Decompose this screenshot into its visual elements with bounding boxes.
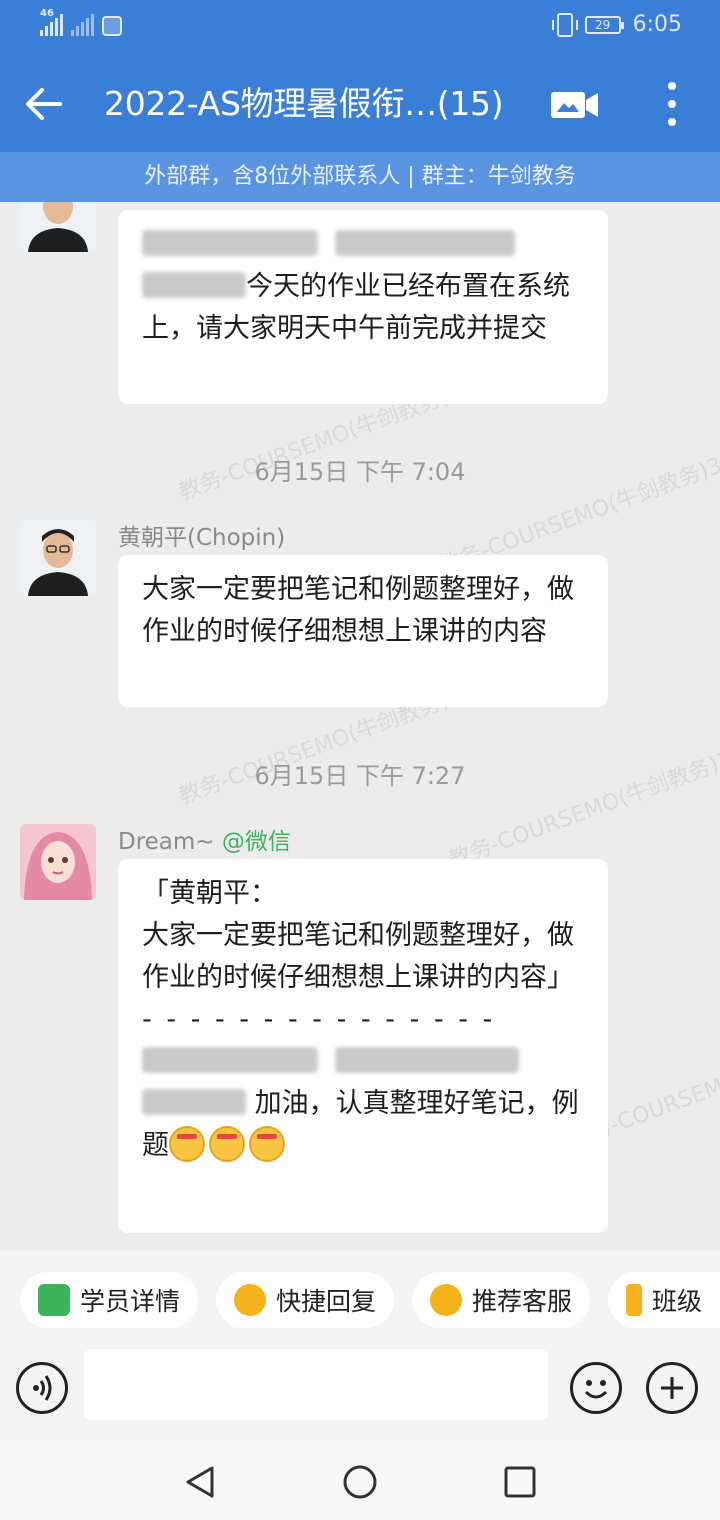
message-bubble[interactable]: 大家一定要把笔记和例题整理好，做作业的时候仔细想想上课讲的内容 bbox=[118, 555, 608, 707]
chip-label: 快捷回复 bbox=[276, 1287, 377, 1316]
message-bubble[interactable]: 「黄朝平： 大家一定要把笔记和例题整理好，做作业的时候仔细想想上课讲的内容」 -… bbox=[118, 859, 608, 1233]
teacher-avatar-icon bbox=[20, 202, 96, 252]
chat-header: 2022-AS物理暑假衔…(15) bbox=[0, 56, 720, 152]
status-left: 46 bbox=[40, 8, 122, 36]
quote-divider: - - - - - - - - - - - - - - - bbox=[142, 1004, 496, 1035]
sender-line: Dream~ @微信 bbox=[118, 822, 291, 856]
battery-icon: 29 bbox=[584, 15, 624, 34]
timestamp: 6月15日 下午 7:27 bbox=[254, 762, 466, 790]
avatar[interactable] bbox=[20, 824, 96, 900]
quote-author: 「黄朝平： bbox=[142, 878, 277, 909]
teacher-avatar-icon bbox=[20, 520, 96, 596]
recommend-service-button[interactable]: 推荐客服 bbox=[412, 1272, 591, 1328]
group-info-bar[interactable]: 外部群，含8位外部联系人 | 群主：牛剑教务 bbox=[0, 152, 720, 202]
chat-area[interactable]: 教务-COURSEMO(牛剑教务)3 教务-COURSEMO(牛剑教务)3 教务… bbox=[0, 202, 720, 1250]
emoji-icon bbox=[209, 1126, 245, 1162]
input-bar bbox=[0, 1350, 720, 1440]
student-icon bbox=[38, 1284, 70, 1316]
chip-label: 推荐客服 bbox=[472, 1287, 573, 1316]
chip-label: 班级 bbox=[651, 1287, 702, 1316]
service-icon bbox=[430, 1284, 462, 1316]
blurred-mention bbox=[142, 272, 246, 298]
vibrate-icon bbox=[551, 12, 578, 37]
status-bar: 46 29 6:05 bbox=[0, 0, 720, 56]
video-call-icon[interactable] bbox=[550, 90, 600, 120]
signal-icon: 46 bbox=[40, 8, 63, 36]
emoji-icon bbox=[169, 1126, 205, 1162]
message-bubble[interactable]: 今天的作业已经布置在系统上，请大家明天中午前完成并提交 bbox=[118, 210, 608, 404]
blurred-mention bbox=[334, 230, 515, 256]
avatar[interactable] bbox=[20, 520, 96, 596]
blurred-mention bbox=[142, 1089, 246, 1115]
chip-label: 学员详情 bbox=[80, 1287, 181, 1316]
chat-title[interactable]: 2022-AS物理暑假衔…(15) bbox=[104, 80, 504, 128]
timestamp: 6月15日 下午 7:04 bbox=[254, 458, 466, 486]
emoji-icon bbox=[249, 1126, 285, 1162]
nav-home-icon[interactable] bbox=[340, 1462, 380, 1502]
wechat-source-tag: @微信 bbox=[221, 829, 291, 855]
app-notification-icon bbox=[102, 16, 122, 36]
message-input[interactable] bbox=[84, 1350, 548, 1420]
message-text: 大家一定要把笔记和例题整理好，做作业的时候仔细想想上课讲的内容 bbox=[142, 574, 574, 647]
student-details-button[interactable]: 学员详情 bbox=[20, 1272, 199, 1328]
nav-recents-icon[interactable] bbox=[500, 1462, 540, 1502]
nav-back-icon[interactable] bbox=[180, 1462, 220, 1502]
back-arrow-icon[interactable] bbox=[24, 84, 64, 124]
signal-2-icon bbox=[71, 14, 94, 36]
more-options-icon[interactable] bbox=[662, 82, 682, 126]
more-attachments-icon[interactable] bbox=[646, 1362, 698, 1414]
quick-action-bar: 学员详情 快捷回复 推荐客服 班级 bbox=[0, 1250, 720, 1350]
status-right: 29 6:05 bbox=[551, 12, 682, 37]
class-button[interactable]: 班级 bbox=[608, 1272, 720, 1328]
network-type: 46 bbox=[40, 8, 54, 19]
blurred-mention bbox=[334, 1047, 519, 1073]
system-nav-bar bbox=[0, 1440, 720, 1520]
blurred-mention bbox=[142, 1047, 318, 1073]
emoji-picker-icon[interactable] bbox=[570, 1362, 622, 1414]
voice-input-icon[interactable] bbox=[16, 1362, 68, 1414]
sender-name: 黄朝平(Chopin) bbox=[118, 525, 286, 551]
blurred-mention bbox=[142, 230, 318, 256]
user-avatar-icon bbox=[20, 824, 96, 900]
quick-reply-icon bbox=[234, 1284, 266, 1316]
reply-line: 加油，认真整理好笔记，例题 bbox=[142, 1041, 584, 1167]
sender-name: Dream~ bbox=[118, 829, 215, 855]
quote-text: 大家一定要把笔记和例题整理好，做作业的时候仔细想想上课讲的内容」 bbox=[142, 920, 574, 993]
clock: 6:05 bbox=[632, 12, 682, 37]
quick-reply-button[interactable]: 快捷回复 bbox=[216, 1272, 395, 1328]
class-icon bbox=[626, 1284, 642, 1316]
avatar[interactable] bbox=[20, 202, 96, 252]
